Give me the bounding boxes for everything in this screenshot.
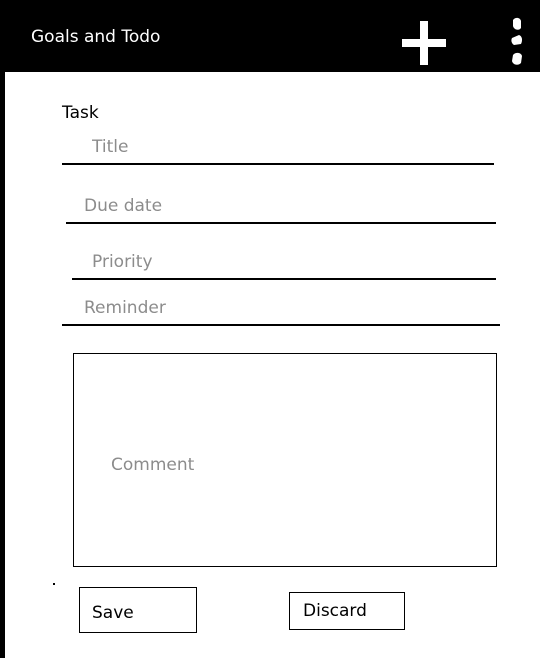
form-heading: Task xyxy=(62,103,99,123)
reminder-field xyxy=(62,286,500,326)
discard-button[interactable]: Discard xyxy=(289,592,405,630)
priority-input[interactable] xyxy=(72,240,496,280)
reminder-input[interactable] xyxy=(62,286,500,326)
priority-field xyxy=(72,240,496,280)
comment-box xyxy=(73,353,497,567)
title-input[interactable] xyxy=(62,125,494,165)
app-bar: Goals and Todo xyxy=(0,0,540,72)
save-button[interactable]: Save xyxy=(79,587,197,633)
stray-dot xyxy=(53,583,55,585)
comment-textarea[interactable] xyxy=(74,354,496,566)
title-field xyxy=(62,125,494,165)
add-button[interactable] xyxy=(400,19,448,67)
due-date-field xyxy=(66,184,496,224)
app-title: Goals and Todo xyxy=(31,27,161,47)
overflow-menu-button[interactable] xyxy=(502,14,532,70)
due-date-input[interactable] xyxy=(66,184,496,224)
plus-icon xyxy=(402,21,446,65)
window-left-border xyxy=(0,0,5,658)
more-vertical-icon xyxy=(511,17,523,65)
